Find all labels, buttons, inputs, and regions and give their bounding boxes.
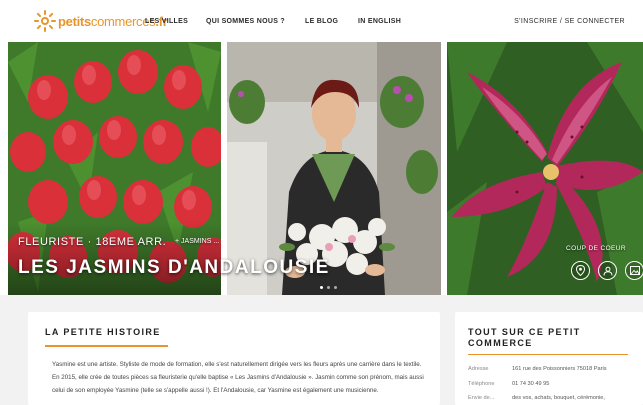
lily-photo[interactable] xyxy=(447,42,643,295)
carousel-dots xyxy=(320,286,337,289)
coup-de-coeur-label: COUP DE COEUR xyxy=(566,245,626,252)
site-header: petitscommerces.fr LES VILLES QUI SOMMES… xyxy=(0,0,643,42)
info-card xyxy=(455,312,643,405)
info-key: Adresse xyxy=(468,366,489,372)
info-row-address: Adresse 161 rue des Poissonniers 75018 Pa… xyxy=(468,366,607,372)
carousel-dot[interactable] xyxy=(327,286,330,289)
info-key: Envie de... xyxy=(468,395,495,401)
hero-title[interactable]: LES JASMINS D'ANDALOUSIE xyxy=(18,257,330,279)
photo-icon[interactable] xyxy=(625,261,643,280)
story-underline xyxy=(45,345,168,347)
hero-tag: + JASMINS ... xyxy=(175,238,220,245)
sun-logo-icon xyxy=(34,10,56,32)
carousel-dot[interactable] xyxy=(334,286,337,289)
nav-le-blog[interactable]: LE BLOG xyxy=(305,18,338,25)
signin-link[interactable]: S'INSCRIRE / SE CONNECTER xyxy=(514,18,625,25)
info-value: des vos, achats, bouquet, cérémonie, xyxy=(512,395,605,401)
info-underline xyxy=(468,354,628,355)
info-value: 161 rue des Poissonniers 75018 Paris xyxy=(512,366,607,372)
story-heading: LA PETITE HISTOIRE xyxy=(45,327,161,337)
info-heading: TOUT SUR CE PETIT COMMERCE xyxy=(468,327,581,348)
info-key: Téléphone xyxy=(468,381,495,387)
user-icon[interactable] xyxy=(598,261,617,280)
hero-category: FLEURISTE · 18EME ARR. xyxy=(18,236,167,248)
nav-qui-sommes-nous[interactable]: QUI SOMMES NOUS ? xyxy=(206,18,285,25)
location-pin-icon[interactable] xyxy=(571,261,590,280)
lily-image xyxy=(447,42,643,295)
nav-in-english[interactable]: IN ENGLISH xyxy=(358,18,401,25)
carousel-dot[interactable] xyxy=(320,286,323,289)
info-row-phone: Téléphone 01 74 30 49 95 xyxy=(468,381,549,387)
info-row-envie: Envie de... des vos, achats, bouquet, cér… xyxy=(468,395,605,401)
nav-les-villes[interactable]: LES VILLES xyxy=(145,18,188,25)
story-text: Yasmine est une artiste. Styliste de mod… xyxy=(52,361,424,394)
info-value[interactable]: 01 74 30 49 95 xyxy=(512,381,549,387)
